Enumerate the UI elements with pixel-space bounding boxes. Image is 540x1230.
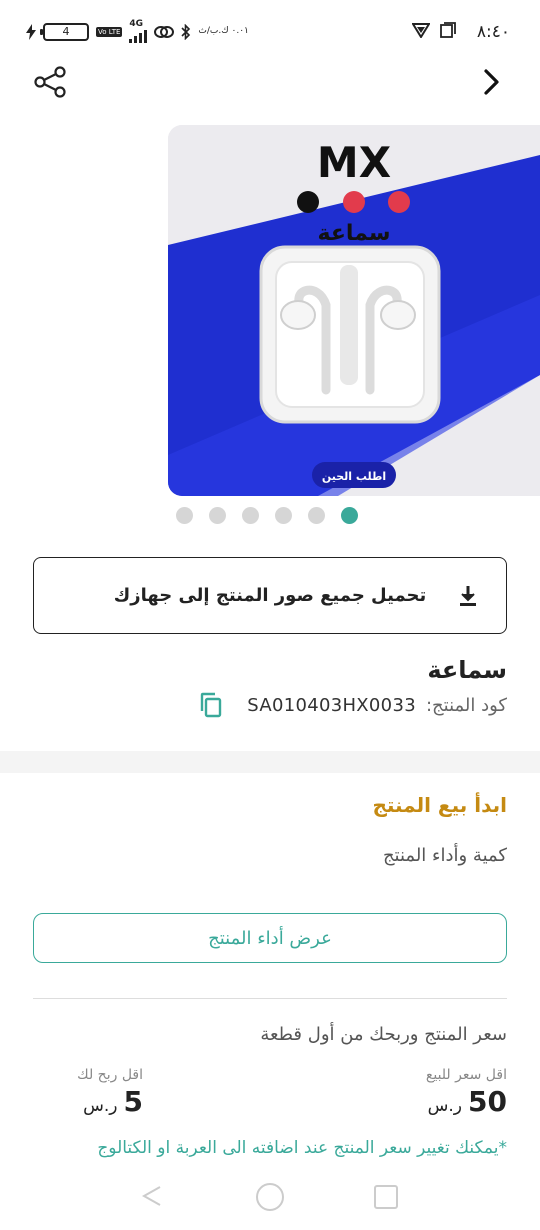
chevron-right-icon[interactable] — [480, 66, 504, 98]
screen-icon — [440, 22, 456, 38]
bluetooth-icon — [181, 23, 191, 40]
min-price-block: اقل سعر للبيع 50ر.س — [426, 1067, 507, 1118]
network-speed: ٠.٠١ ك.ب/ث — [198, 26, 249, 36]
carousel-dot[interactable] — [176, 507, 193, 524]
nav-home-icon[interactable] — [256, 1183, 284, 1211]
view-performance-button[interactable]: عرض أداء المنتج — [33, 913, 507, 963]
system-nav-bar — [0, 1163, 540, 1230]
min-price: 50ر.س — [426, 1085, 507, 1118]
copy-icon[interactable] — [199, 692, 223, 718]
hotspot-link-icon — [154, 25, 175, 38]
min-profit-value: 5 — [123, 1085, 143, 1118]
battery-icon: 4 — [40, 22, 89, 41]
carousel-dot[interactable] — [308, 507, 325, 524]
product-image-carousel[interactable]: MX سماعة اطلب الحين — [168, 125, 540, 496]
volte-icon: Vo LTE — [96, 26, 123, 37]
carousel-dot[interactable] — [275, 507, 292, 524]
top-nav — [0, 58, 540, 108]
product-code-label: كود المنتج: — [425, 694, 507, 716]
vpn-shield-icon — [412, 23, 430, 38]
product-name: سماعة — [427, 656, 507, 684]
download-all-images-button[interactable]: تحميل جميع صور المنتج إلى جهازك — [33, 557, 507, 634]
status-left: 4 Vo LTE 4G ٠.٠١ ك.ب/ث — [26, 20, 249, 43]
network-group: 4G — [129, 19, 148, 43]
carousel-dot-active[interactable] — [341, 507, 358, 524]
min-profit-currency: ر.س — [83, 1096, 118, 1116]
brand-logo: MX — [317, 138, 391, 187]
min-price-currency: ر.س — [427, 1096, 463, 1116]
download-icon — [460, 586, 476, 606]
min-profit: 5ر.س — [33, 1085, 143, 1118]
price-change-note: *يمكنك تغيير سعر المنتج عند اضافته الى ا… — [97, 1138, 507, 1158]
nav-recent-icon[interactable] — [374, 1185, 398, 1209]
status-bar: 4 Vo LTE 4G ٠.٠١ ك.ب/ث ٨:٤٠ — [0, 0, 540, 64]
sell-section-title: ابدأ بيع المنتج — [372, 793, 507, 817]
hero-product-text: سماعة — [317, 221, 390, 246]
min-profit-block: اقل ربح لك 5ر.س — [33, 1067, 143, 1118]
min-profit-label: اقل ربح لك — [77, 1067, 143, 1083]
min-price-value: 50 — [468, 1085, 507, 1118]
nav-back-icon[interactable] — [140, 1183, 166, 1209]
min-price-label: اقل سعر للبيع — [425, 1067, 507, 1083]
divider — [33, 998, 507, 999]
carousel-dot[interactable] — [209, 507, 226, 524]
carousel-dot[interactable] — [242, 507, 259, 524]
carousel-indicator — [176, 507, 358, 524]
status-time: ٨:٤٠ — [476, 22, 510, 42]
price-heading: سعر المنتج وربحك من أول قطعة — [260, 1024, 507, 1045]
share-icon[interactable] — [32, 64, 68, 100]
product-image: MX سماعة اطلب الحين — [168, 125, 540, 496]
section-divider — [0, 751, 540, 773]
signal-icon — [129, 29, 148, 43]
hero-cta: اطلب الحين — [322, 470, 386, 483]
download-button-label: تحميل جميع صور المنتج إلى جهازك — [113, 585, 427, 606]
battery-level: 4 — [62, 25, 70, 38]
product-code-value: SA010403HX0033 — [247, 694, 416, 716]
charging-icon — [26, 23, 36, 40]
sell-section-subtitle: كمية وأداء المنتج — [382, 845, 507, 866]
status-right-icons — [412, 22, 456, 38]
product-code-row: كود المنتج: SA010403HX0033 — [199, 692, 507, 718]
network-type: 4G — [129, 19, 144, 29]
